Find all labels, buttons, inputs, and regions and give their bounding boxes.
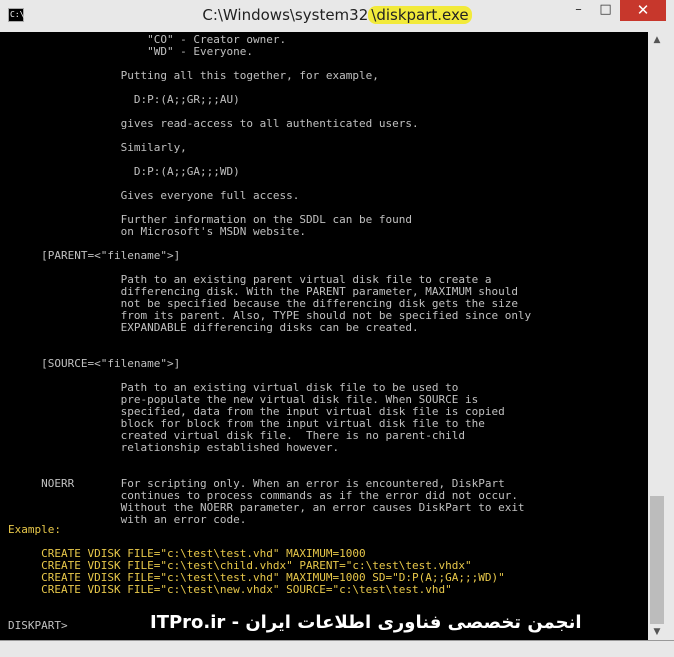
example-commands: CREATE VDISK FILE="c:\test\test.vhd" MAX… bbox=[41, 547, 505, 596]
watermark-text: ITPro.ir - انجمن تخصصی فناوری اطلاعات ای… bbox=[150, 612, 582, 633]
maximize-button[interactable]: □ bbox=[592, 0, 619, 21]
minimize-button[interactable]: – bbox=[565, 0, 592, 21]
title-highlighted-exe: \diskpart.exe bbox=[368, 6, 472, 24]
scrollbar-thumb[interactable] bbox=[650, 496, 664, 624]
console-area[interactable]: "CO" - Creator owner. "WD" - Everyone. P… bbox=[0, 32, 648, 640]
scroll-up-arrow-icon[interactable]: ▲ bbox=[648, 32, 666, 48]
close-button[interactable]: ✕ bbox=[620, 0, 666, 21]
help-text: "CO" - Creator owner. "WD" - Everyone. P… bbox=[41, 33, 532, 526]
scroll-down-arrow-icon[interactable]: ▼ bbox=[648, 624, 666, 640]
window-bottom-border bbox=[0, 640, 674, 657]
command-prompt[interactable]: DISKPART> bbox=[8, 620, 68, 632]
title-bar[interactable]: C:\ C:\Windows\system32 \diskpart.exe – □… bbox=[0, 0, 674, 32]
diskpart-window: C:\ C:\Windows\system32 \diskpart.exe – □… bbox=[0, 0, 674, 657]
vertical-scrollbar[interactable]: ▲ ▼ bbox=[648, 32, 666, 640]
window-border bbox=[666, 32, 674, 657]
title-path: C:\Windows\system32 bbox=[202, 6, 369, 24]
